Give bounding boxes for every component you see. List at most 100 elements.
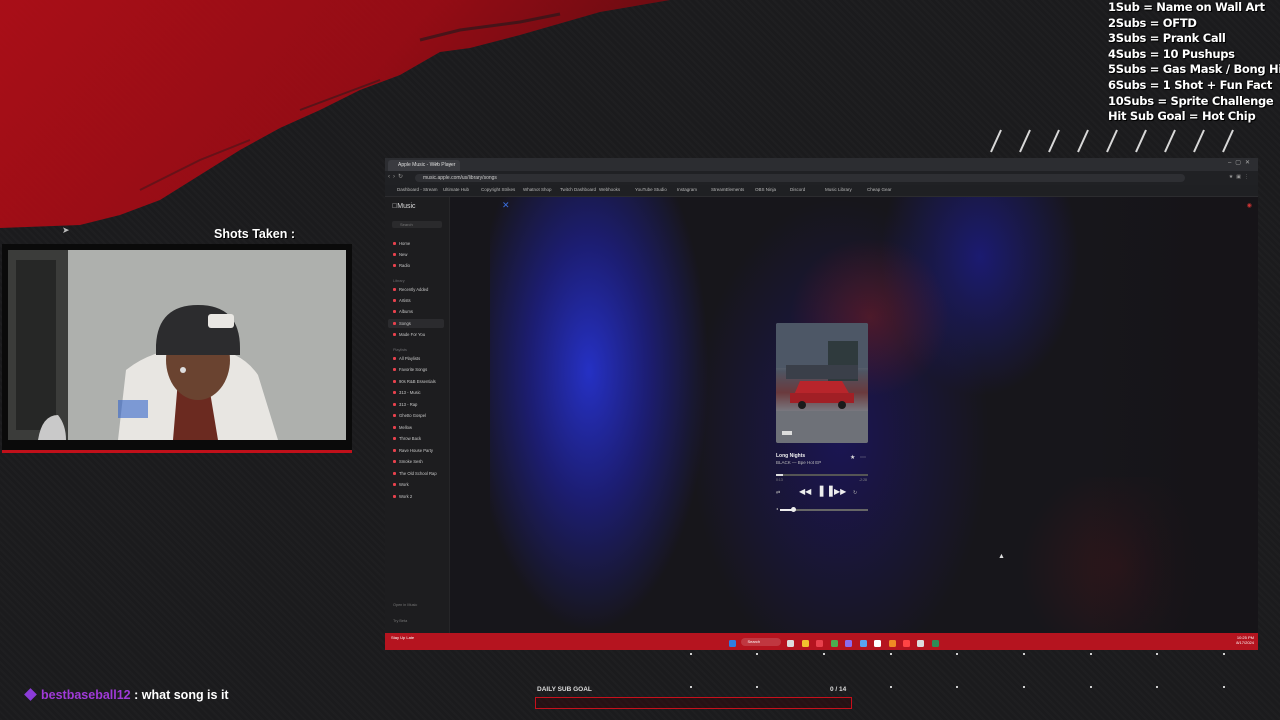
- sidebar-playlist-item[interactable]: Rave House Party: [393, 448, 433, 453]
- webcam-frame: [2, 244, 352, 453]
- next-track-icon[interactable]: ▶▶: [834, 487, 846, 496]
- mouse-cursor-icon: ➤: [62, 225, 70, 235]
- more-options-icon[interactable]: ⋯: [860, 454, 866, 461]
- new-tab-icon[interactable]: +: [448, 160, 452, 171]
- bookmark-item[interactable]: Ultimate Hub: [443, 187, 469, 192]
- app-icon[interactable]: [816, 640, 824, 647]
- album-artwork: [776, 323, 868, 443]
- repeat-icon[interactable]: ↻: [853, 490, 857, 496]
- track-artist-album[interactable]: BLACK — Bpe Hot EP: [776, 460, 821, 465]
- taskbar-apps: Search: [727, 636, 940, 647]
- playlist-icon: [393, 414, 396, 417]
- bookmarks-bar: Dashboard - Stream Ultimate Hub Copyrigh…: [385, 185, 1258, 197]
- close-tab-icon[interactable]: ✕: [434, 160, 439, 171]
- favorite-star-icon[interactable]: ★: [850, 454, 855, 461]
- elapsed-time: 0:13: [776, 478, 783, 482]
- taskbar-search[interactable]: Search: [741, 637, 782, 646]
- try-beta-link[interactable]: Try Beta: [393, 619, 407, 623]
- address-bar[interactable]: music.apple.com/us/library/songs: [415, 174, 1185, 182]
- playlist-icon: [393, 391, 396, 394]
- volume-knob[interactable]: [790, 507, 796, 512]
- bookmark-item[interactable]: Webhooks: [599, 187, 620, 192]
- now-playing-fullscreen: ✕ ◉ Long Nights BLACK — Bpe Hot EP ★ ⋯ 0…: [450, 197, 1258, 633]
- bookmark-item[interactable]: Copyright Strikes: [481, 187, 515, 192]
- window-controls[interactable]: –▢✕: [1228, 159, 1254, 166]
- sidebar-item-recently-added[interactable]: Recently Added: [393, 287, 428, 292]
- sub-goal-item: 3Subs = Prank Call: [1108, 31, 1226, 46]
- track-title: Long Nights: [776, 453, 806, 459]
- new-icon: [393, 253, 396, 256]
- playlist-icon: [393, 483, 396, 486]
- radio-icon: [393, 264, 396, 267]
- sub-goal-item: 5Subs = Gas Mask / Bong Hit: [1108, 62, 1280, 77]
- sidebar-playlist-item[interactable]: Mellow: [393, 425, 412, 430]
- system-tray[interactable]: 10:25 PM 8/17/2024: [1236, 635, 1254, 645]
- sidebar-playlist-item[interactable]: The Old School Rap: [393, 471, 437, 476]
- discord-icon[interactable]: [845, 640, 853, 647]
- bookmark-item[interactable]: Music Library: [825, 187, 852, 192]
- volume-slider[interactable]: [780, 507, 868, 512]
- shuffle-icon[interactable]: ⇄: [776, 490, 780, 496]
- lyrics-icon[interactable]: ◉: [1247, 202, 1252, 209]
- pause-icon[interactable]: ❚❚: [817, 484, 835, 497]
- daily-sub-goal-count: 0 / 14: [830, 686, 847, 693]
- close-player-icon[interactable]: ✕: [502, 200, 510, 211]
- app-icon[interactable]: [888, 640, 896, 647]
- app-icon[interactable]: [931, 640, 939, 647]
- library-heading: Library: [393, 279, 405, 283]
- volume-icon: ◂: [776, 506, 779, 511]
- clock-date: 8/17/2024: [1236, 640, 1254, 645]
- chat-message: bestbaseball12 : what song is it: [24, 688, 229, 702]
- sidebar-playlist-item[interactable]: Favorite Songs: [393, 367, 427, 372]
- previous-track-icon[interactable]: ◀◀: [799, 487, 811, 496]
- app-icon[interactable]: [917, 640, 925, 647]
- app-icon[interactable]: [903, 640, 911, 647]
- sidebar-playlist-item[interactable]: Ghetto Gospel: [393, 413, 426, 418]
- browser-titlebar: Apple Music - Web Player ✕ + –▢✕: [385, 158, 1258, 171]
- bookmark-item[interactable]: OBS Ninja: [755, 187, 776, 192]
- sidebar-item-new[interactable]: New: [393, 252, 407, 257]
- sub-goal-item: 2Subs = OFTD: [1108, 15, 1197, 30]
- playlist-icon: [393, 449, 396, 452]
- playback-progress-bar[interactable]: [776, 474, 868, 476]
- playback-progress-fill: [776, 474, 784, 476]
- obs-icon[interactable]: [874, 640, 882, 647]
- bookmark-item[interactable]: StreamElements: [711, 187, 744, 192]
- bookmark-item[interactable]: Whatnot Shop: [523, 187, 552, 192]
- sidebar-playlist-item[interactable]: 313 - Rap: [393, 402, 417, 407]
- sidebar-playlist-item[interactable]: Work 2: [393, 494, 412, 499]
- bookmark-item[interactable]: Twitch Dashboard: [560, 187, 596, 192]
- sidebar-item-home[interactable]: Home: [393, 241, 410, 246]
- sidebar-playlist-item[interactable]: 313 - Music: [393, 390, 421, 395]
- sidebar-item-albums[interactable]: Albums: [393, 309, 413, 314]
- bookmark-item[interactable]: YouTube Studio: [635, 187, 667, 192]
- sidebar-playlist-item[interactable]: Work: [393, 482, 409, 487]
- playlist-icon: [393, 403, 396, 406]
- nav-arrows-icon[interactable]: ‹›↻: [388, 173, 406, 180]
- taskview-icon[interactable]: [787, 640, 795, 647]
- sidebar-search-input[interactable]: Search: [392, 221, 442, 228]
- decorative-dots-row: [690, 653, 1225, 655]
- sidebar-item-songs[interactable]: Songs: [393, 321, 411, 326]
- windows-start-icon[interactable]: [728, 640, 736, 647]
- shots-taken-label: Shots Taken :: [214, 227, 296, 241]
- webcam-feed: [8, 250, 346, 440]
- sidebar-playlist-item[interactable]: 90s R&B Essentials: [393, 379, 436, 384]
- extensions-icon[interactable]: ★▣⋮: [1229, 174, 1252, 180]
- music-logo[interactable]: Music: [392, 203, 416, 210]
- sidebar-item-radio[interactable]: Radio: [393, 263, 410, 268]
- sidebar-item-artists[interactable]: Artists: [393, 298, 411, 303]
- chrome-icon[interactable]: [830, 640, 838, 647]
- sidebar-item-made-for-you[interactable]: Made For You: [393, 332, 425, 337]
- taskbar-widget[interactable]: Stay Up Late: [391, 635, 414, 640]
- bookmark-item[interactable]: Dashboard - Stream: [397, 187, 438, 192]
- bookmark-item[interactable]: Discord: [790, 187, 805, 192]
- explorer-icon[interactable]: [801, 640, 809, 647]
- sidebar-playlist-item[interactable]: All Playlists: [393, 356, 420, 361]
- sidebar-playlist-item[interactable]: Throw Back: [393, 436, 421, 441]
- bookmark-item[interactable]: Instagram: [677, 187, 697, 192]
- app-icon[interactable]: [859, 640, 867, 647]
- sidebar-playlist-item[interactable]: Smoke Sesh: [393, 459, 423, 464]
- bookmark-item[interactable]: Cheap Gear: [867, 187, 892, 192]
- open-in-music-link[interactable]: Open in Music: [393, 603, 417, 607]
